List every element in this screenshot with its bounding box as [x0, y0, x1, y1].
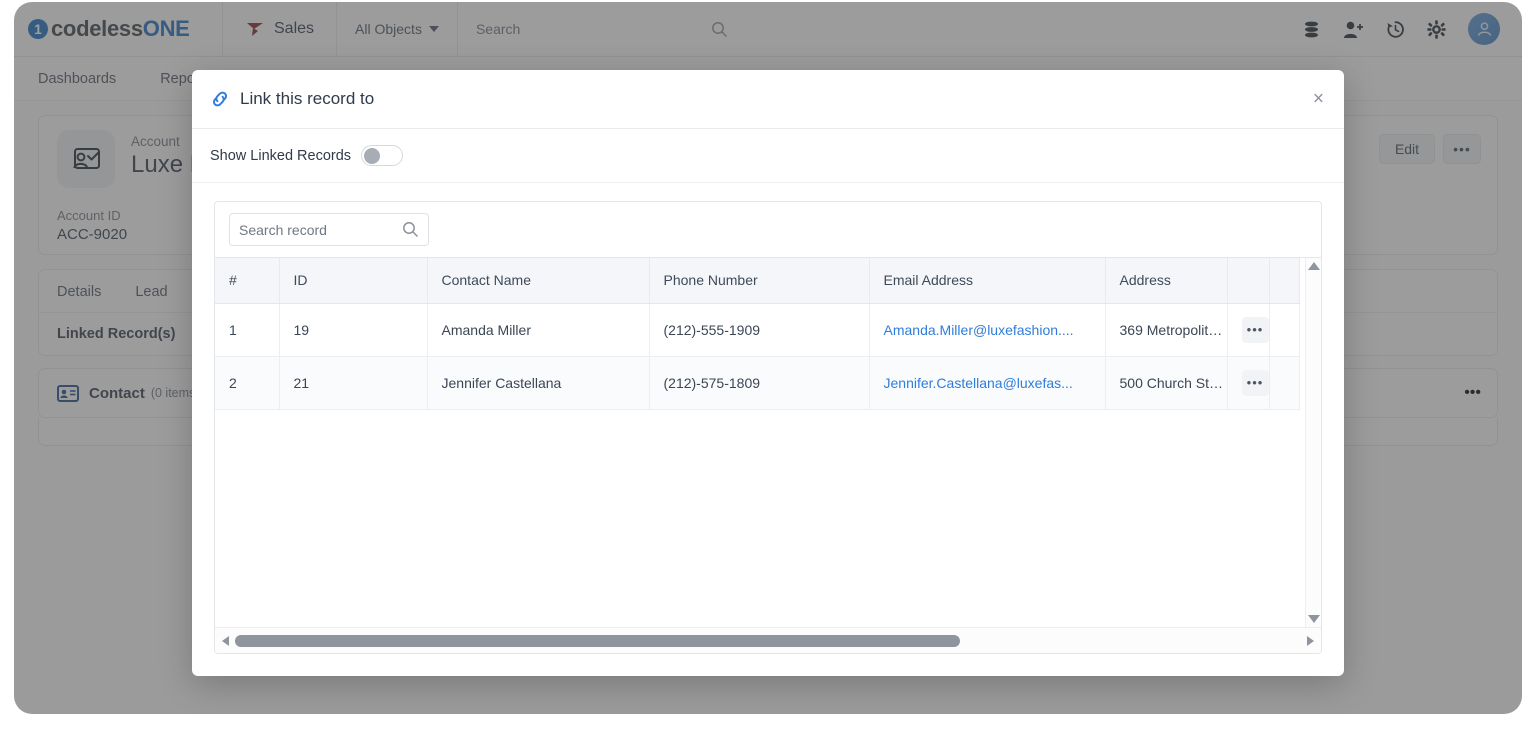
account-card-icon — [57, 130, 115, 188]
related-list-more-button[interactable]: ••• — [1464, 384, 1481, 402]
cell-id: 19 — [279, 303, 428, 357]
gear-icon[interactable] — [1427, 19, 1446, 39]
top-bar: 1 codelessONE Sales All Objects Search — [14, 2, 1522, 57]
toggle-knob — [364, 147, 381, 164]
cell-num: 2 — [215, 356, 280, 410]
logo-text: codelessONE — [51, 16, 190, 42]
show-linked-records-toggle[interactable] — [361, 145, 404, 166]
col-header-actions — [1227, 258, 1270, 304]
table-row[interactable]: 1 19 Amanda Miller (212)-555-1909 Amanda… — [215, 303, 1300, 357]
avatar-icon — [1477, 21, 1491, 36]
record-actions: Edit ••• — [1379, 134, 1481, 164]
cell-spacer — [1269, 303, 1300, 357]
col-header-email[interactable]: Email Address — [869, 258, 1106, 304]
col-header-name[interactable]: Contact Name — [427, 258, 650, 304]
scroll-down-arrow-icon[interactable] — [1307, 615, 1320, 623]
add-user-icon[interactable] — [1343, 20, 1364, 39]
tab-lead[interactable]: Lead — [135, 284, 167, 300]
col-header-num[interactable]: # — [215, 258, 280, 304]
global-search[interactable]: Search — [458, 2, 750, 57]
chevron-down-icon — [428, 26, 439, 32]
search-icon — [403, 222, 419, 238]
avatar[interactable] — [1468, 13, 1500, 45]
col-header-spacer — [1269, 258, 1300, 304]
col-header-phone[interactable]: Phone Number — [649, 258, 870, 304]
cell-address: 369 Metropolitan Ave, New York — [1105, 303, 1228, 357]
cell-actions: ••• — [1227, 303, 1270, 357]
linked-records-table: # ID Contact Name Phone Number Email Add… — [215, 258, 1300, 410]
records-grid: Search record # ID Contact Name Phone Nu… — [214, 201, 1322, 654]
show-linked-records-label: Show Linked Records — [210, 147, 352, 164]
cell-address: 500 Church Street New York — [1105, 356, 1228, 410]
history-icon[interactable] — [1386, 20, 1405, 39]
link-record-modal: Link this record to × Show Linked Record… — [192, 70, 1344, 676]
cell-name: Amanda Miller — [427, 303, 650, 357]
scroll-up-arrow-icon[interactable] — [1307, 262, 1320, 270]
record-search-bar: Search record — [215, 202, 1321, 258]
link-chain-icon — [212, 91, 228, 107]
search-record-input[interactable]: Search record — [229, 213, 429, 246]
logo-text-prefix: codeless — [51, 16, 143, 41]
field-account-id-label: Account ID — [57, 208, 121, 223]
edit-button[interactable]: Edit — [1379, 134, 1435, 164]
modal-title: Link this record to — [240, 89, 375, 108]
logo-mark-icon: 1 — [28, 19, 48, 39]
field-account-id-value: ACC-9020 — [57, 226, 128, 243]
sales-triangle-icon — [247, 23, 263, 36]
row-more-button[interactable]: ••• — [1241, 369, 1268, 396]
cell-email[interactable]: Jennifer.Castellana@luxefas... — [869, 356, 1106, 410]
field-account-id: Account ID ACC-9020 — [57, 208, 127, 243]
email-link[interactable]: Amanda.Miller@luxefashion.... — [884, 322, 1074, 338]
modal-body: Search record # ID Contact Name Phone Nu… — [192, 183, 1344, 676]
search-icon — [712, 21, 727, 37]
app-selector-label: Sales — [274, 20, 315, 37]
show-linked-records-row: Show Linked Records — [192, 129, 1344, 183]
related-list-label: Contact — [89, 384, 145, 402]
top-bar-actions — [1302, 13, 1522, 45]
scroll-left-arrow-icon[interactable] — [222, 635, 229, 646]
cell-email[interactable]: Amanda.Miller@luxefashion.... — [869, 303, 1106, 357]
col-header-id[interactable]: ID — [279, 258, 428, 304]
search-record-placeholder: Search record — [239, 221, 327, 238]
app-root: 1 codelessONE Sales All Objects Search D… — [0, 0, 1536, 742]
cell-phone: (212)-575-1809 — [649, 356, 870, 410]
object-selector[interactable]: All Objects — [337, 2, 457, 57]
table-row[interactable]: 2 21 Jennifer Castellana (212)-575-1809 … — [215, 356, 1300, 410]
horizontal-scroll-thumb[interactable] — [235, 634, 960, 647]
product-logo[interactable]: 1 codelessONE — [14, 16, 222, 42]
cell-actions: ••• — [1227, 356, 1270, 410]
global-search-placeholder: Search — [475, 21, 521, 37]
cell-num: 1 — [215, 303, 280, 357]
table-scroll-area: # ID Contact Name Phone Number Email Add… — [215, 258, 1321, 627]
sidebar-item-dashboards[interactable]: Dashboards — [38, 71, 116, 87]
table-empty-space — [215, 409, 1321, 627]
cell-phone: (212)-555-1909 — [649, 303, 870, 357]
modal-footer — [214, 654, 1322, 676]
vertical-scrollbar[interactable] — [1305, 258, 1321, 627]
cell-spacer — [1269, 356, 1300, 410]
record-more-button[interactable]: ••• — [1443, 134, 1481, 164]
cell-name: Jennifer Castellana — [427, 356, 650, 410]
modal-header: Link this record to × — [192, 70, 1344, 129]
database-icon[interactable] — [1302, 20, 1321, 39]
horizontal-scrollbar[interactable] — [215, 627, 1321, 653]
object-selector-label: All Objects — [355, 21, 422, 37]
tab-details[interactable]: Details — [57, 284, 101, 300]
horizontal-scroll-track[interactable] — [235, 634, 1301, 647]
email-link[interactable]: Jennifer.Castellana@luxefas... — [884, 375, 1073, 391]
table-header-row: # ID Contact Name Phone Number Email Add… — [215, 258, 1300, 304]
logo-text-suffix: ONE — [142, 16, 190, 41]
cell-id: 21 — [279, 356, 428, 410]
col-header-address[interactable]: Address — [1105, 258, 1228, 304]
contact-card-icon — [57, 384, 79, 402]
scroll-right-arrow-icon[interactable] — [1307, 635, 1314, 646]
app-selector-sales[interactable]: Sales — [223, 2, 336, 57]
row-more-button[interactable]: ••• — [1241, 316, 1268, 343]
close-icon[interactable]: × — [1313, 90, 1324, 109]
